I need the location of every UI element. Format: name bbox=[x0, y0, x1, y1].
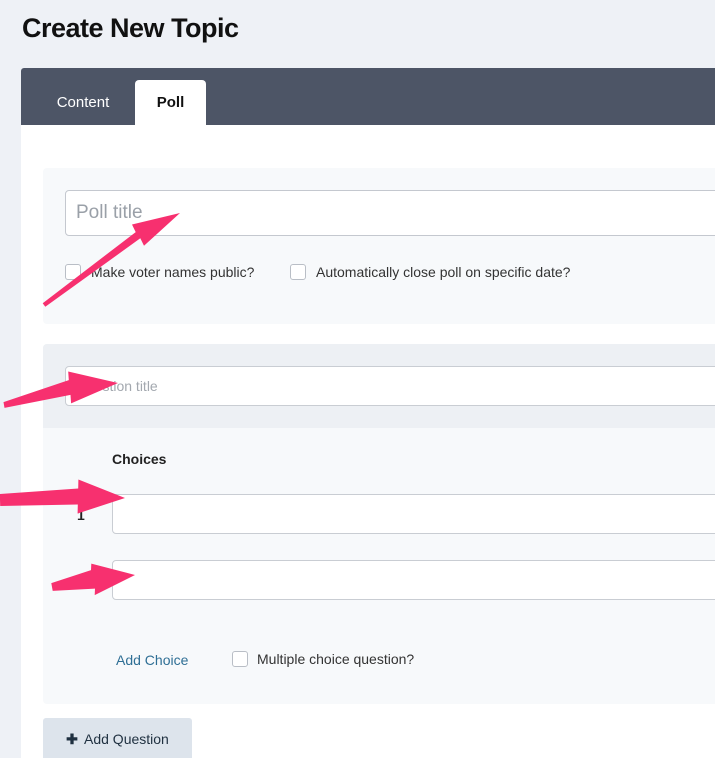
add-question-button[interactable]: ✚ Add Question bbox=[43, 718, 192, 758]
question-title-input[interactable] bbox=[65, 366, 715, 406]
auto-close-label: Automatically close poll on specific dat… bbox=[316, 264, 571, 280]
choice-number: 1 bbox=[77, 507, 85, 523]
plus-icon: ✚ bbox=[66, 730, 78, 747]
voter-names-option: Make voter names public? bbox=[65, 264, 254, 280]
choices-label: Choices bbox=[112, 451, 167, 467]
add-choice-link[interactable]: Add Choice bbox=[116, 652, 188, 668]
auto-close-option: Automatically close poll on specific dat… bbox=[290, 264, 570, 280]
poll-title-input[interactable] bbox=[65, 190, 715, 236]
multiple-choice-label: Multiple choice question? bbox=[257, 651, 415, 667]
multiple-choice-option: Multiple choice question? bbox=[232, 651, 414, 667]
choice-2-input[interactable] bbox=[112, 560, 715, 600]
topic-form-card: Content Poll Make voter names public? Au… bbox=[21, 68, 715, 758]
question-header bbox=[43, 344, 715, 428]
voter-names-checkbox[interactable] bbox=[65, 264, 81, 280]
poll-settings-panel: Make voter names public? Automatically c… bbox=[43, 168, 715, 324]
tab-content[interactable]: Content bbox=[35, 80, 131, 125]
auto-close-checkbox[interactable] bbox=[290, 264, 306, 280]
tab-bar: Content Poll bbox=[21, 68, 715, 125]
tab-poll[interactable]: Poll bbox=[135, 80, 206, 125]
question-panel: Choices 1 2 Add Choice Multiple choice q… bbox=[43, 344, 715, 704]
choice-number: 2 bbox=[76, 572, 84, 588]
add-question-label: Add Question bbox=[84, 730, 169, 747]
choice-1-input[interactable] bbox=[112, 494, 715, 534]
voter-names-label: Make voter names public? bbox=[91, 264, 255, 280]
multiple-choice-checkbox[interactable] bbox=[232, 651, 248, 667]
page-title: Create New Topic bbox=[22, 13, 239, 43]
